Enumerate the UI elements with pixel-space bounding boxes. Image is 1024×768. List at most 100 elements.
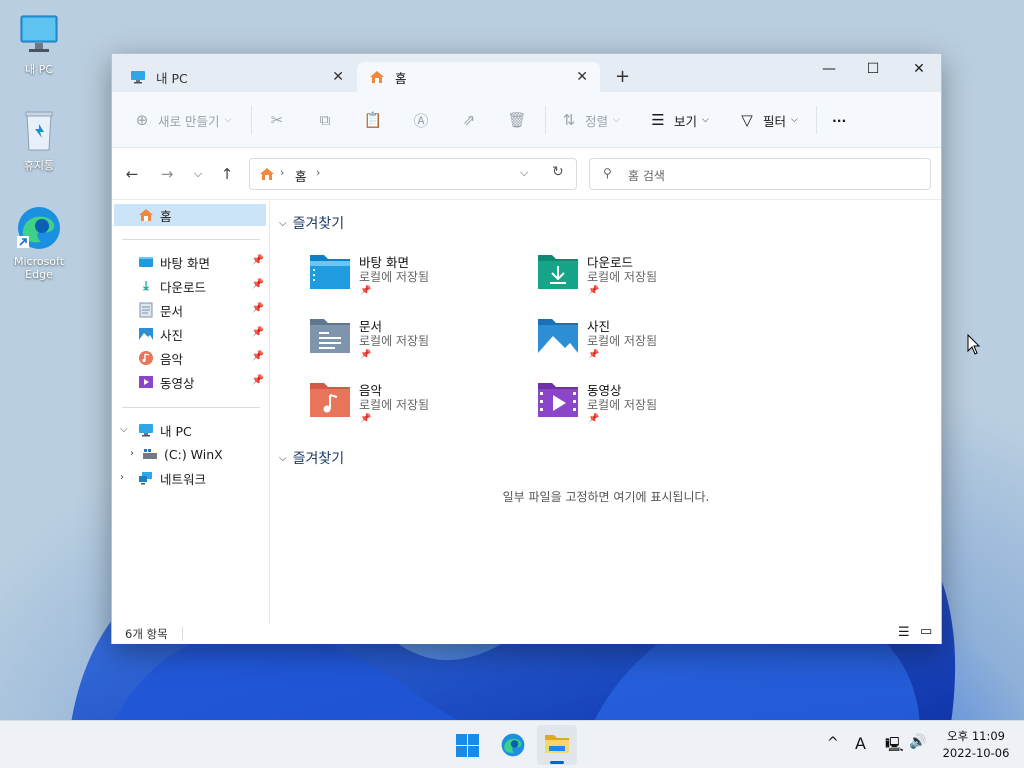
sidebar-item-label: 문서 (160, 303, 184, 319)
plus-circle-icon: ⊕ (135, 111, 149, 129)
search-box[interactable]: ⚲ 홈 검색 (589, 158, 931, 190)
download-icon: ⤓ (143, 278, 149, 293)
network-tray-icon[interactable]: 🖳 (885, 734, 904, 758)
sidebar-item-label: 다운로드 (160, 279, 207, 295)
pin-icon: 📌 (360, 286, 372, 296)
sidebar-item-network[interactable]: 네트워크 (112, 467, 270, 489)
chevron-down-icon: ⌵ (279, 452, 287, 464)
tile-status: 로컬에 저장됨 (359, 398, 430, 412)
sidebar-item-videos[interactable]: 동영상 📌 (112, 371, 270, 393)
maximize-button[interactable]: ☐ (850, 54, 896, 84)
tab-this-pc[interactable]: 내 PC ✕ (118, 62, 356, 92)
more-options-button[interactable]: ··· (832, 108, 846, 132)
sidebar-item-drive-c[interactable]: (C:) WinX (112, 443, 270, 465)
recent-locations-chevron-icon[interactable]: ⌵ (188, 167, 208, 181)
folder-tile-music[interactable]: 음악 로컬에 저장됨 📌 (309, 380, 529, 436)
minimize-button[interactable]: — (806, 54, 852, 84)
share-button[interactable]: ⇗ (459, 108, 485, 132)
sidebar-item-desktop[interactable]: 바탕 화면 📌 (112, 251, 270, 273)
tab-home[interactable]: 홈 ✕ (357, 62, 600, 92)
new-tab-button[interactable]: + (615, 66, 630, 87)
view-button[interactable]: ☰ 보기 ⌵ (648, 108, 709, 132)
sidebar-item-home[interactable]: 홈 (114, 204, 266, 226)
start-button[interactable] (455, 733, 480, 758)
section-title: 즐겨찾기 (292, 216, 345, 232)
up-arrow-icon[interactable]: ↑ (217, 165, 237, 183)
tile-status: 로컬에 저장됨 (359, 270, 430, 284)
status-divider (182, 627, 183, 641)
paste-button[interactable]: 📋 (363, 108, 389, 132)
videos-folder-icon (538, 383, 578, 417)
chevron-down-icon: ⌵ (613, 115, 620, 125)
forward-arrow-icon[interactable]: → (157, 165, 177, 183)
pin-icon[interactable]: 📌 (252, 303, 264, 314)
sidebar-item-downloads[interactable]: ⤓ 다운로드 📌 (112, 275, 270, 297)
sidebar-item-music[interactable]: 음악 📌 (112, 347, 270, 369)
sort-button[interactable]: ⇅ 정렬 ⌵ (559, 108, 620, 132)
desktop-icon-recycle-bin[interactable]: 휴지통 (4, 106, 74, 173)
sidebar-item-label: 네트워크 (160, 471, 207, 487)
sidebar-item-label: 음악 (160, 351, 184, 367)
pin-icon[interactable]: 📌 (252, 351, 264, 362)
delete-button[interactable]: 🗑 (507, 108, 533, 132)
monitor-icon (15, 10, 63, 58)
edge-icon (15, 204, 63, 252)
breadcrumb-home[interactable]: 홈 (295, 166, 307, 185)
tile-status: 로컬에 저장됨 (587, 334, 658, 348)
close-tab-icon[interactable]: ✕ (332, 69, 344, 85)
taskbar-file-explorer-button[interactable] (537, 725, 577, 765)
pin-icon: 📌 (360, 350, 372, 360)
sidebar-item-pictures[interactable]: 사진 📌 (112, 323, 270, 345)
close-tab-icon[interactable]: ✕ (576, 69, 588, 85)
chevron-down-icon[interactable]: ⌵ (520, 166, 528, 180)
navigation-pane: 홈 바탕 화면 📌 ⤓ 다운로드 📌 문서 📌 사진 📌 음악 📌 동영상 📌 … (112, 201, 270, 624)
close-button[interactable]: ✕ (896, 54, 942, 84)
folder-tile-documents[interactable]: 문서 로컬에 저장됨 📌 (309, 316, 529, 372)
breadcrumb-separator-icon[interactable]: › (316, 166, 320, 179)
sidebar-item-label: 동영상 (160, 375, 195, 391)
sidebar-item-documents[interactable]: 문서 📌 (112, 299, 270, 321)
minimize-icon: — (822, 61, 836, 77)
ime-indicator[interactable]: A (855, 734, 866, 753)
refresh-icon[interactable]: ↻ (552, 164, 564, 180)
clock[interactable]: 오후 11:09 2022-10-06 (938, 728, 1014, 760)
pin-icon[interactable]: 📌 (252, 279, 264, 290)
new-button[interactable]: ⊕ 새로 만들기 ⌵ (132, 108, 232, 132)
monitor-icon (138, 422, 154, 438)
cut-button[interactable]: ✂ (267, 108, 293, 132)
volume-icon[interactable]: 🔊 (909, 734, 926, 750)
folder-tile-videos[interactable]: 동영상 로컬에 저장됨 📌 (537, 380, 757, 436)
folder-tile-desktop[interactable]: 바탕 화면 로컬에 저장됨 📌 (309, 252, 529, 308)
address-bar[interactable]: › 홈 › ⌵ ↻ (249, 158, 577, 190)
section-header-favorites-files[interactable]: ⌵ 즐겨찾기 (279, 448, 344, 468)
desktop-icon-edge[interactable]: Microsoft Edge (4, 204, 74, 281)
show-hidden-icons-chevron-icon[interactable]: ^ (827, 735, 839, 751)
toolbar-divider (545, 106, 546, 134)
tiles-view-icon[interactable]: ▭ (920, 624, 932, 639)
pin-icon[interactable]: 📌 (252, 375, 264, 386)
toolbar-divider (816, 106, 817, 134)
chevron-down-icon: ⌵ (702, 115, 709, 125)
sidebar-item-this-pc[interactable]: 내 PC (112, 419, 270, 441)
pictures-folder-icon (538, 319, 578, 353)
search-placeholder: 홈 검색 (628, 169, 665, 183)
desktop-icon-this-pc[interactable]: 내 PC (4, 10, 74, 77)
back-arrow-icon[interactable]: ← (122, 165, 142, 183)
copy-button[interactable]: ⧉ (315, 108, 341, 132)
more-icon: ··· (832, 112, 847, 128)
pin-icon: 📌 (588, 414, 600, 424)
section-header-favorites[interactable]: ⌵ 즐겨찾기 (279, 213, 344, 233)
desktop-icon-label: Microsoft Edge (13, 255, 65, 281)
chevron-down-icon: ⌵ (279, 217, 287, 229)
section-title: 즐겨찾기 (292, 451, 345, 467)
folder-tile-pictures[interactable]: 사진 로컬에 저장됨 📌 (537, 316, 757, 372)
downloads-folder-icon (538, 255, 578, 289)
folder-tile-downloads[interactable]: 다운로드 로컬에 저장됨 📌 (537, 252, 757, 308)
rename-button[interactable]: Ⓐ (411, 108, 437, 132)
details-view-icon[interactable]: ☰ (898, 625, 910, 640)
pin-icon[interactable]: 📌 (252, 255, 264, 266)
toolbar-divider (251, 106, 252, 134)
taskbar-edge-button[interactable] (500, 732, 526, 758)
pin-icon[interactable]: 📌 (252, 327, 264, 338)
filter-button[interactable]: ▽ 필터 ⌵ (737, 108, 798, 132)
